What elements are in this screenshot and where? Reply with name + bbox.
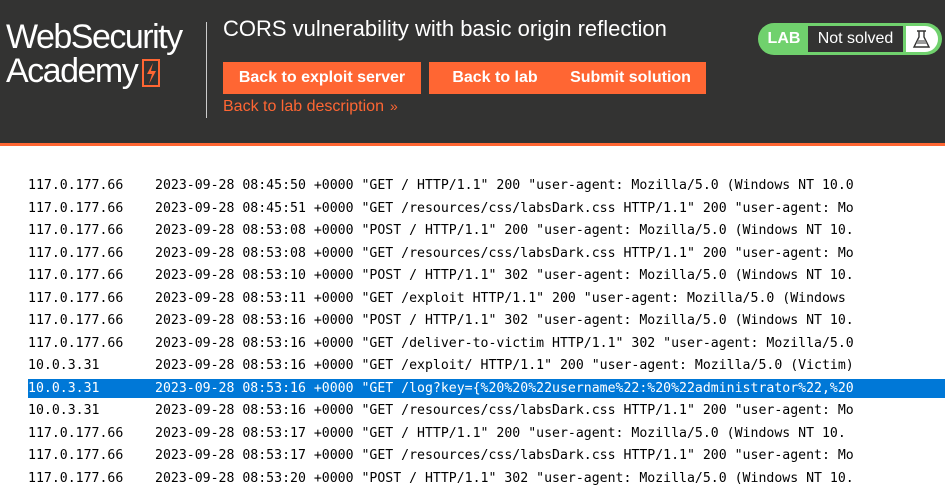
header-divider bbox=[206, 22, 207, 118]
log-row[interactable]: 117.0.177.66 2023-09-28 08:45:51 +0000 "… bbox=[28, 199, 945, 222]
lab-badge: LAB bbox=[767, 30, 801, 47]
logo-line-1: WebSecurity bbox=[6, 18, 183, 56]
log-row[interactable]: 117.0.177.66 2023-09-28 08:53:08 +0000 "… bbox=[28, 221, 945, 244]
logo-line-2: Academy bbox=[6, 54, 182, 90]
double-chevron-right-icon: » bbox=[389, 98, 398, 114]
log-row[interactable]: 117.0.177.66 2023-09-28 08:53:16 +0000 "… bbox=[28, 311, 945, 334]
log-row[interactable]: 117.0.177.66 2023-09-28 08:53:10 +0000 "… bbox=[28, 266, 945, 289]
log-row[interactable]: 117.0.177.66 2023-09-28 08:53:17 +0000 "… bbox=[28, 424, 945, 447]
flask-icon bbox=[906, 26, 938, 52]
web-security-academy-logo[interactable]: WebSecurity Academy bbox=[6, 18, 183, 90]
logo-line-2-text: Academy bbox=[6, 52, 139, 90]
back-to-lab-description-label: Back to lab description bbox=[223, 98, 384, 115]
lab-status-widget: LAB Not solved bbox=[758, 23, 942, 55]
access-log[interactable]: 117.0.177.66 2023-09-28 08:45:50 +0000 "… bbox=[28, 176, 945, 491]
lab-status-text: Not solved bbox=[808, 26, 903, 52]
header-accent-rule bbox=[0, 143, 945, 146]
lab-title: CORS vulnerability with basic origin ref… bbox=[223, 16, 667, 41]
log-row[interactable]: 10.0.3.31 2023-09-28 08:53:16 +0000 "GET… bbox=[28, 356, 945, 379]
back-to-lab-description-link[interactable]: Back to lab description » bbox=[223, 96, 398, 117]
log-row[interactable]: 117.0.177.66 2023-09-28 08:53:20 +0000 "… bbox=[28, 469, 945, 492]
submit-solution-button[interactable]: Submit solution bbox=[555, 62, 706, 94]
log-row[interactable]: 117.0.177.66 2023-09-28 08:53:11 +0000 "… bbox=[28, 289, 945, 312]
log-row[interactable]: 10.0.3.31 2023-09-28 08:53:16 +0000 "GET… bbox=[28, 401, 945, 424]
log-row-selected[interactable]: 10.0.3.31 2023-09-28 08:53:16 +0000 "GET… bbox=[28, 378, 945, 398]
lab-header: WebSecurity Academy CORS vulnerability w… bbox=[0, 0, 945, 143]
log-row[interactable]: 117.0.177.66 2023-09-28 08:45:50 +0000 "… bbox=[28, 176, 945, 199]
back-to-exploit-server-button[interactable]: Back to exploit server bbox=[223, 62, 421, 94]
back-to-lab-button[interactable]: Back to lab bbox=[429, 62, 561, 94]
logo-bolt-icon bbox=[142, 59, 161, 87]
log-row[interactable]: 117.0.177.66 2023-09-28 08:53:16 +0000 "… bbox=[28, 334, 945, 357]
log-row[interactable]: 117.0.177.66 2023-09-28 08:53:17 +0000 "… bbox=[28, 446, 945, 469]
log-row[interactable]: 117.0.177.66 2023-09-28 08:53:08 +0000 "… bbox=[28, 244, 945, 267]
